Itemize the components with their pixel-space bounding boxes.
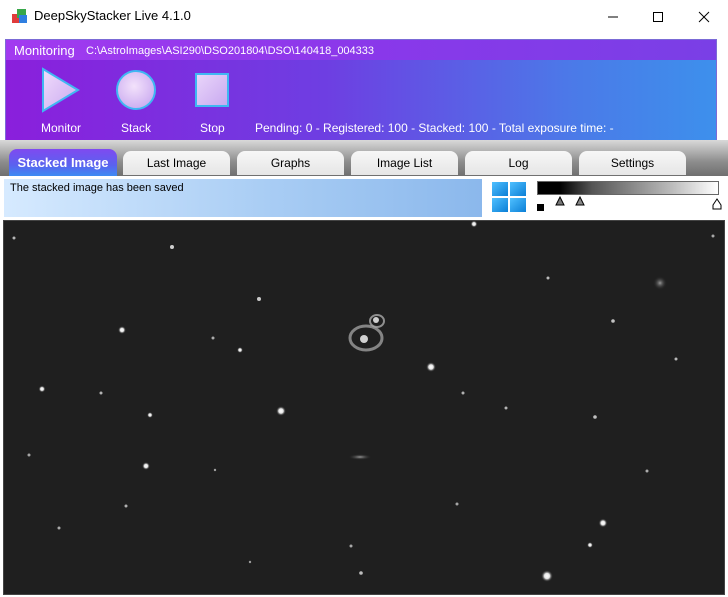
white-point-marker-icon[interactable]	[712, 198, 722, 210]
tab-log[interactable]: Log	[465, 151, 572, 175]
tab-image-list[interactable]: Image List	[351, 151, 458, 175]
tab-graphs[interactable]: Graphs	[237, 151, 344, 175]
play-icon[interactable]	[38, 66, 82, 114]
minimize-button[interactable]	[590, 0, 636, 33]
monitoring-label: Monitoring	[14, 43, 75, 58]
tab-last-image[interactable]: Last Image	[123, 151, 230, 175]
status-message: The stacked image has been saved	[10, 182, 184, 194]
tab-settings[interactable]: Settings	[579, 151, 686, 175]
dark-level-triangle-icon[interactable]	[555, 196, 565, 206]
stacked-image-viewport[interactable]	[3, 220, 725, 595]
maximize-icon	[653, 11, 663, 22]
window-title: DeepSkyStacker Live 4.1.0	[34, 8, 191, 23]
stack-circle-icon[interactable]	[115, 69, 157, 111]
star-field-image	[4, 221, 724, 594]
tab-stacked-image[interactable]: Stacked Image	[9, 149, 117, 176]
app-icon	[12, 9, 27, 23]
black-point-marker[interactable]	[537, 204, 544, 211]
monitor-button-label[interactable]: Monitor	[41, 121, 81, 135]
processing-status: Pending: 0 - Registered: 100 - Stacked: …	[255, 121, 614, 135]
mid-level-triangle-icon[interactable]	[575, 196, 585, 206]
close-icon	[698, 11, 710, 22]
stop-button-label[interactable]: Stop	[200, 121, 225, 135]
histogram-gradient-slider[interactable]	[537, 181, 719, 195]
monitoring-folder-path[interactable]: C:\AstroImages\ASI290\DSO201804\DSO\1404…	[86, 45, 374, 57]
maximize-button[interactable]	[635, 0, 681, 33]
close-button[interactable]	[681, 0, 727, 33]
minimize-icon	[608, 16, 618, 17]
four-tiles-icon[interactable]	[492, 182, 526, 212]
stack-button-label[interactable]: Stack	[121, 121, 151, 135]
stop-square-icon[interactable]	[194, 72, 230, 108]
